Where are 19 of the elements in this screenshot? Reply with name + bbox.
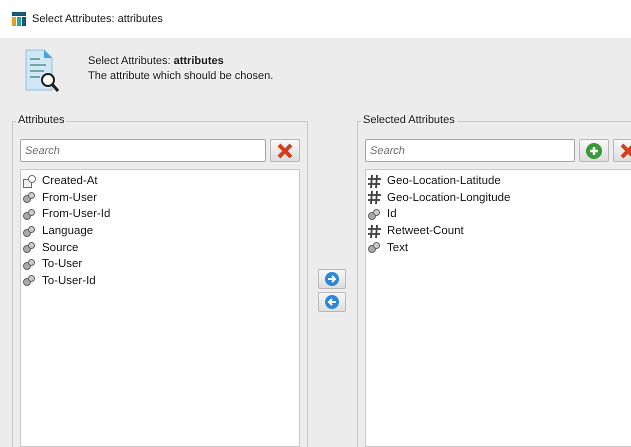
list-item[interactable]: Language xyxy=(21,222,299,240)
list-item[interactable]: To-User xyxy=(21,256,299,273)
search-field[interactable]: Search xyxy=(20,139,266,162)
list-item[interactable]: To-User-Id xyxy=(21,272,299,290)
group-label: Attributes xyxy=(16,114,66,126)
list-item[interactable]: From-User-Id xyxy=(21,206,299,223)
group-label: Selected Attributes xyxy=(361,114,457,126)
list-item[interactable]: Retweet-Count xyxy=(366,222,631,240)
search-field[interactable]: Search xyxy=(365,139,575,162)
window-title: Select Attributes: attributes xyxy=(32,13,163,25)
list-item[interactable]: Id xyxy=(366,206,631,223)
list-item[interactable]: Created-At xyxy=(21,173,299,190)
header-title: Select Attributes: attributes xyxy=(88,54,225,69)
list-item[interactable]: From-User xyxy=(21,190,299,206)
list-item[interactable]: Source xyxy=(21,239,299,256)
list-item[interactable]: Geo-Location-Latitude xyxy=(366,173,631,190)
header-description: The attribute which should be chosen. xyxy=(88,69,274,84)
list-item[interactable]: Text xyxy=(366,239,631,256)
list-item[interactable]: Geo-Location-Longitude xyxy=(366,190,631,206)
